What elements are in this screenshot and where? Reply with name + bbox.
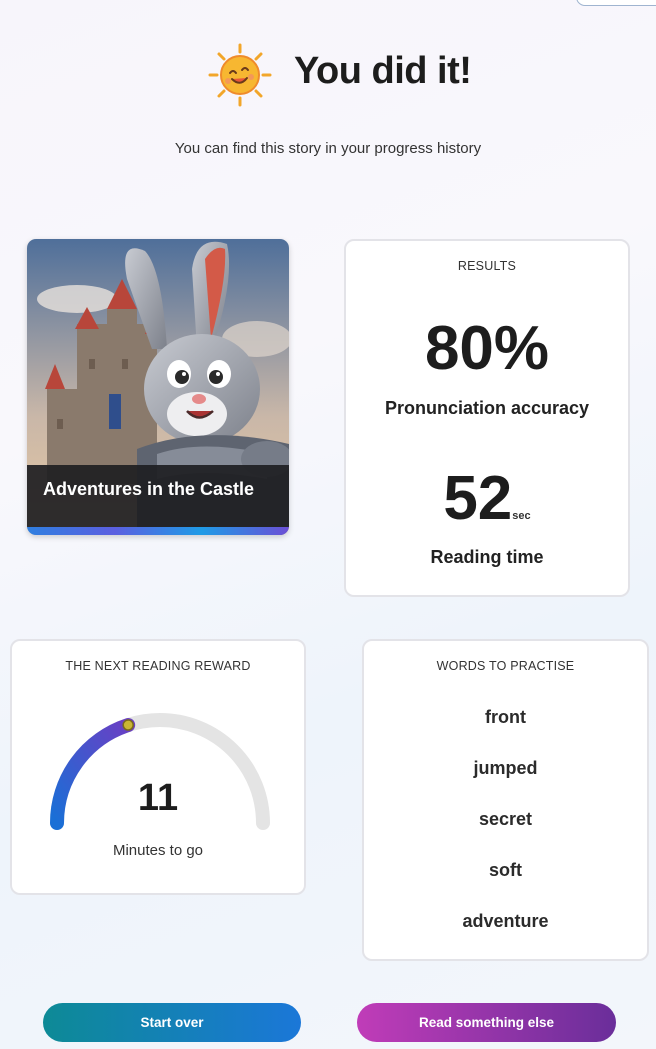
sun-icon: [208, 43, 272, 107]
reward-card: THE NEXT READING REWARD 11 Minutes to go: [10, 639, 306, 895]
header: You did it!: [0, 40, 656, 110]
reading-time-unit: sec: [512, 510, 531, 522]
minutes-to-go-label: Minutes to go: [112, 842, 204, 859]
start-over-button[interactable]: Start over: [43, 1003, 301, 1042]
practice-word[interactable]: secret: [364, 809, 647, 830]
page-title: You did it!: [294, 50, 472, 92]
page-subtitle: You can find this story in your progress…: [174, 140, 482, 157]
practice-word[interactable]: soft: [364, 860, 647, 881]
read-something-else-button[interactable]: Read something else: [357, 1003, 616, 1042]
story-title: Adventures in the Castle: [43, 479, 255, 499]
reward-label: THE NEXT READING REWARD: [65, 659, 251, 673]
top-corner-pill[interactable]: [576, 0, 656, 6]
story-title-overlay: Adventures in the Castle: [27, 465, 289, 527]
practice-word[interactable]: jumped: [364, 758, 647, 779]
results-label: RESULTS: [457, 259, 517, 273]
words-label: WORDS TO PRACTISE: [436, 659, 575, 673]
story-card[interactable]: Adventures in the Castle: [27, 239, 289, 535]
reading-time-value: 52: [443, 464, 513, 533]
minutes-to-go-value: 11: [137, 777, 179, 819]
words-card: WORDS TO PRACTISE front jumped secret so…: [362, 639, 649, 961]
gauge-knob: [122, 719, 134, 731]
results-card: RESULTS 80% Pronunciation accuracy 52sec…: [344, 239, 630, 597]
practice-word[interactable]: adventure: [364, 911, 647, 932]
accuracy-value: 80%: [424, 314, 550, 383]
accuracy-label: Pronunciation accuracy: [384, 398, 590, 418]
reading-time-label: Reading time: [430, 547, 544, 567]
practice-word[interactable]: front: [364, 707, 647, 728]
story-accent-bar: [27, 527, 289, 535]
reading-time: 52sec: [346, 463, 628, 534]
